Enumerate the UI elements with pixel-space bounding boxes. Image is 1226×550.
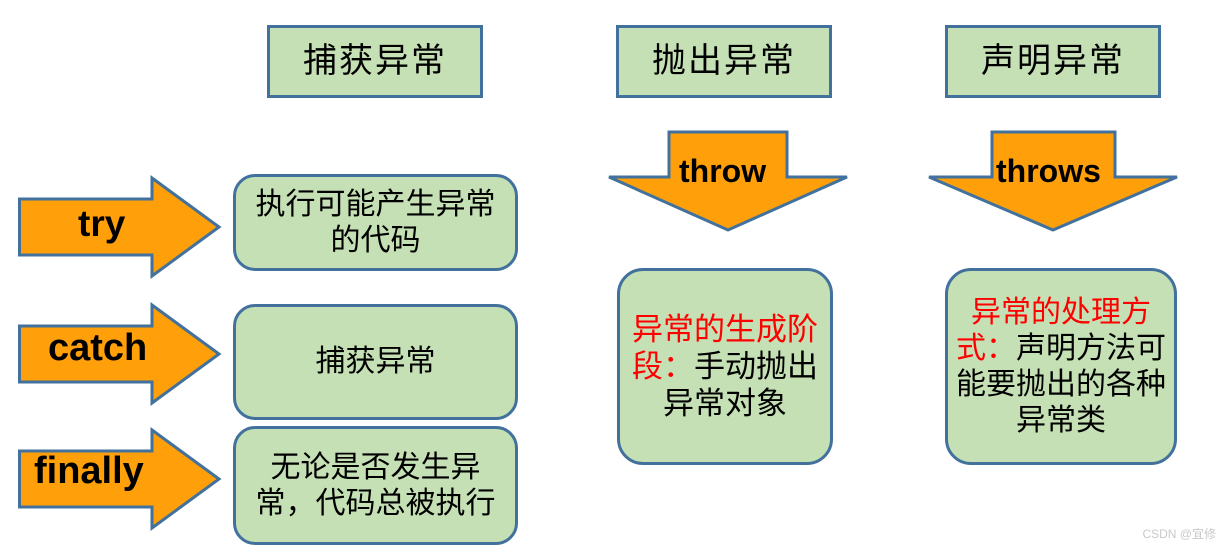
header-box-declare-exception: 声明异常 bbox=[945, 25, 1161, 98]
description-text-finally: 无论是否发生异常，代码总被执行 bbox=[255, 451, 496, 520]
header-box-catch-exception: 捕获异常 bbox=[267, 25, 483, 98]
arrow-label-throw: throw bbox=[679, 153, 767, 189]
description-text-catch: 捕获异常 bbox=[315, 345, 436, 379]
detail-box-declare: 异常的处理方式：声明方法可能要抛出的各种异常类 bbox=[945, 268, 1177, 465]
arrow-label-try: try bbox=[78, 203, 126, 244]
detail-text-throw: 异常的生成阶段：手动抛出异常对象 bbox=[620, 311, 830, 423]
detail-box-throw: 异常的生成阶段：手动抛出异常对象 bbox=[617, 268, 833, 465]
description-box-try: 执行可能产生异常的代码 bbox=[233, 174, 518, 271]
arrow-label-catch: catch bbox=[48, 327, 148, 369]
description-box-catch: 捕获异常 bbox=[233, 304, 518, 420]
header-label-catch-exception: 捕获异常 bbox=[303, 42, 447, 80]
arrow-label-finally: finally bbox=[34, 450, 144, 492]
header-box-throw-exception: 抛出异常 bbox=[616, 25, 832, 98]
header-label-throw-exception: 抛出异常 bbox=[652, 42, 796, 80]
header-label-declare-exception: 声明异常 bbox=[981, 42, 1125, 80]
diagram-canvas: 捕获异常 抛出异常 声明异常 try catch finally 执行可能产生异… bbox=[0, 0, 1226, 550]
csdn-watermark: CSDN @宜修 bbox=[1142, 527, 1216, 541]
description-text-try: 执行可能产生异常的代码 bbox=[255, 188, 496, 257]
detail-text-declare: 异常的处理方式：声明方法可能要抛出的各种异常类 bbox=[948, 295, 1174, 439]
arrow-label-throws: throws bbox=[996, 153, 1101, 189]
description-box-finally: 无论是否发生异常，代码总被执行 bbox=[233, 426, 518, 545]
